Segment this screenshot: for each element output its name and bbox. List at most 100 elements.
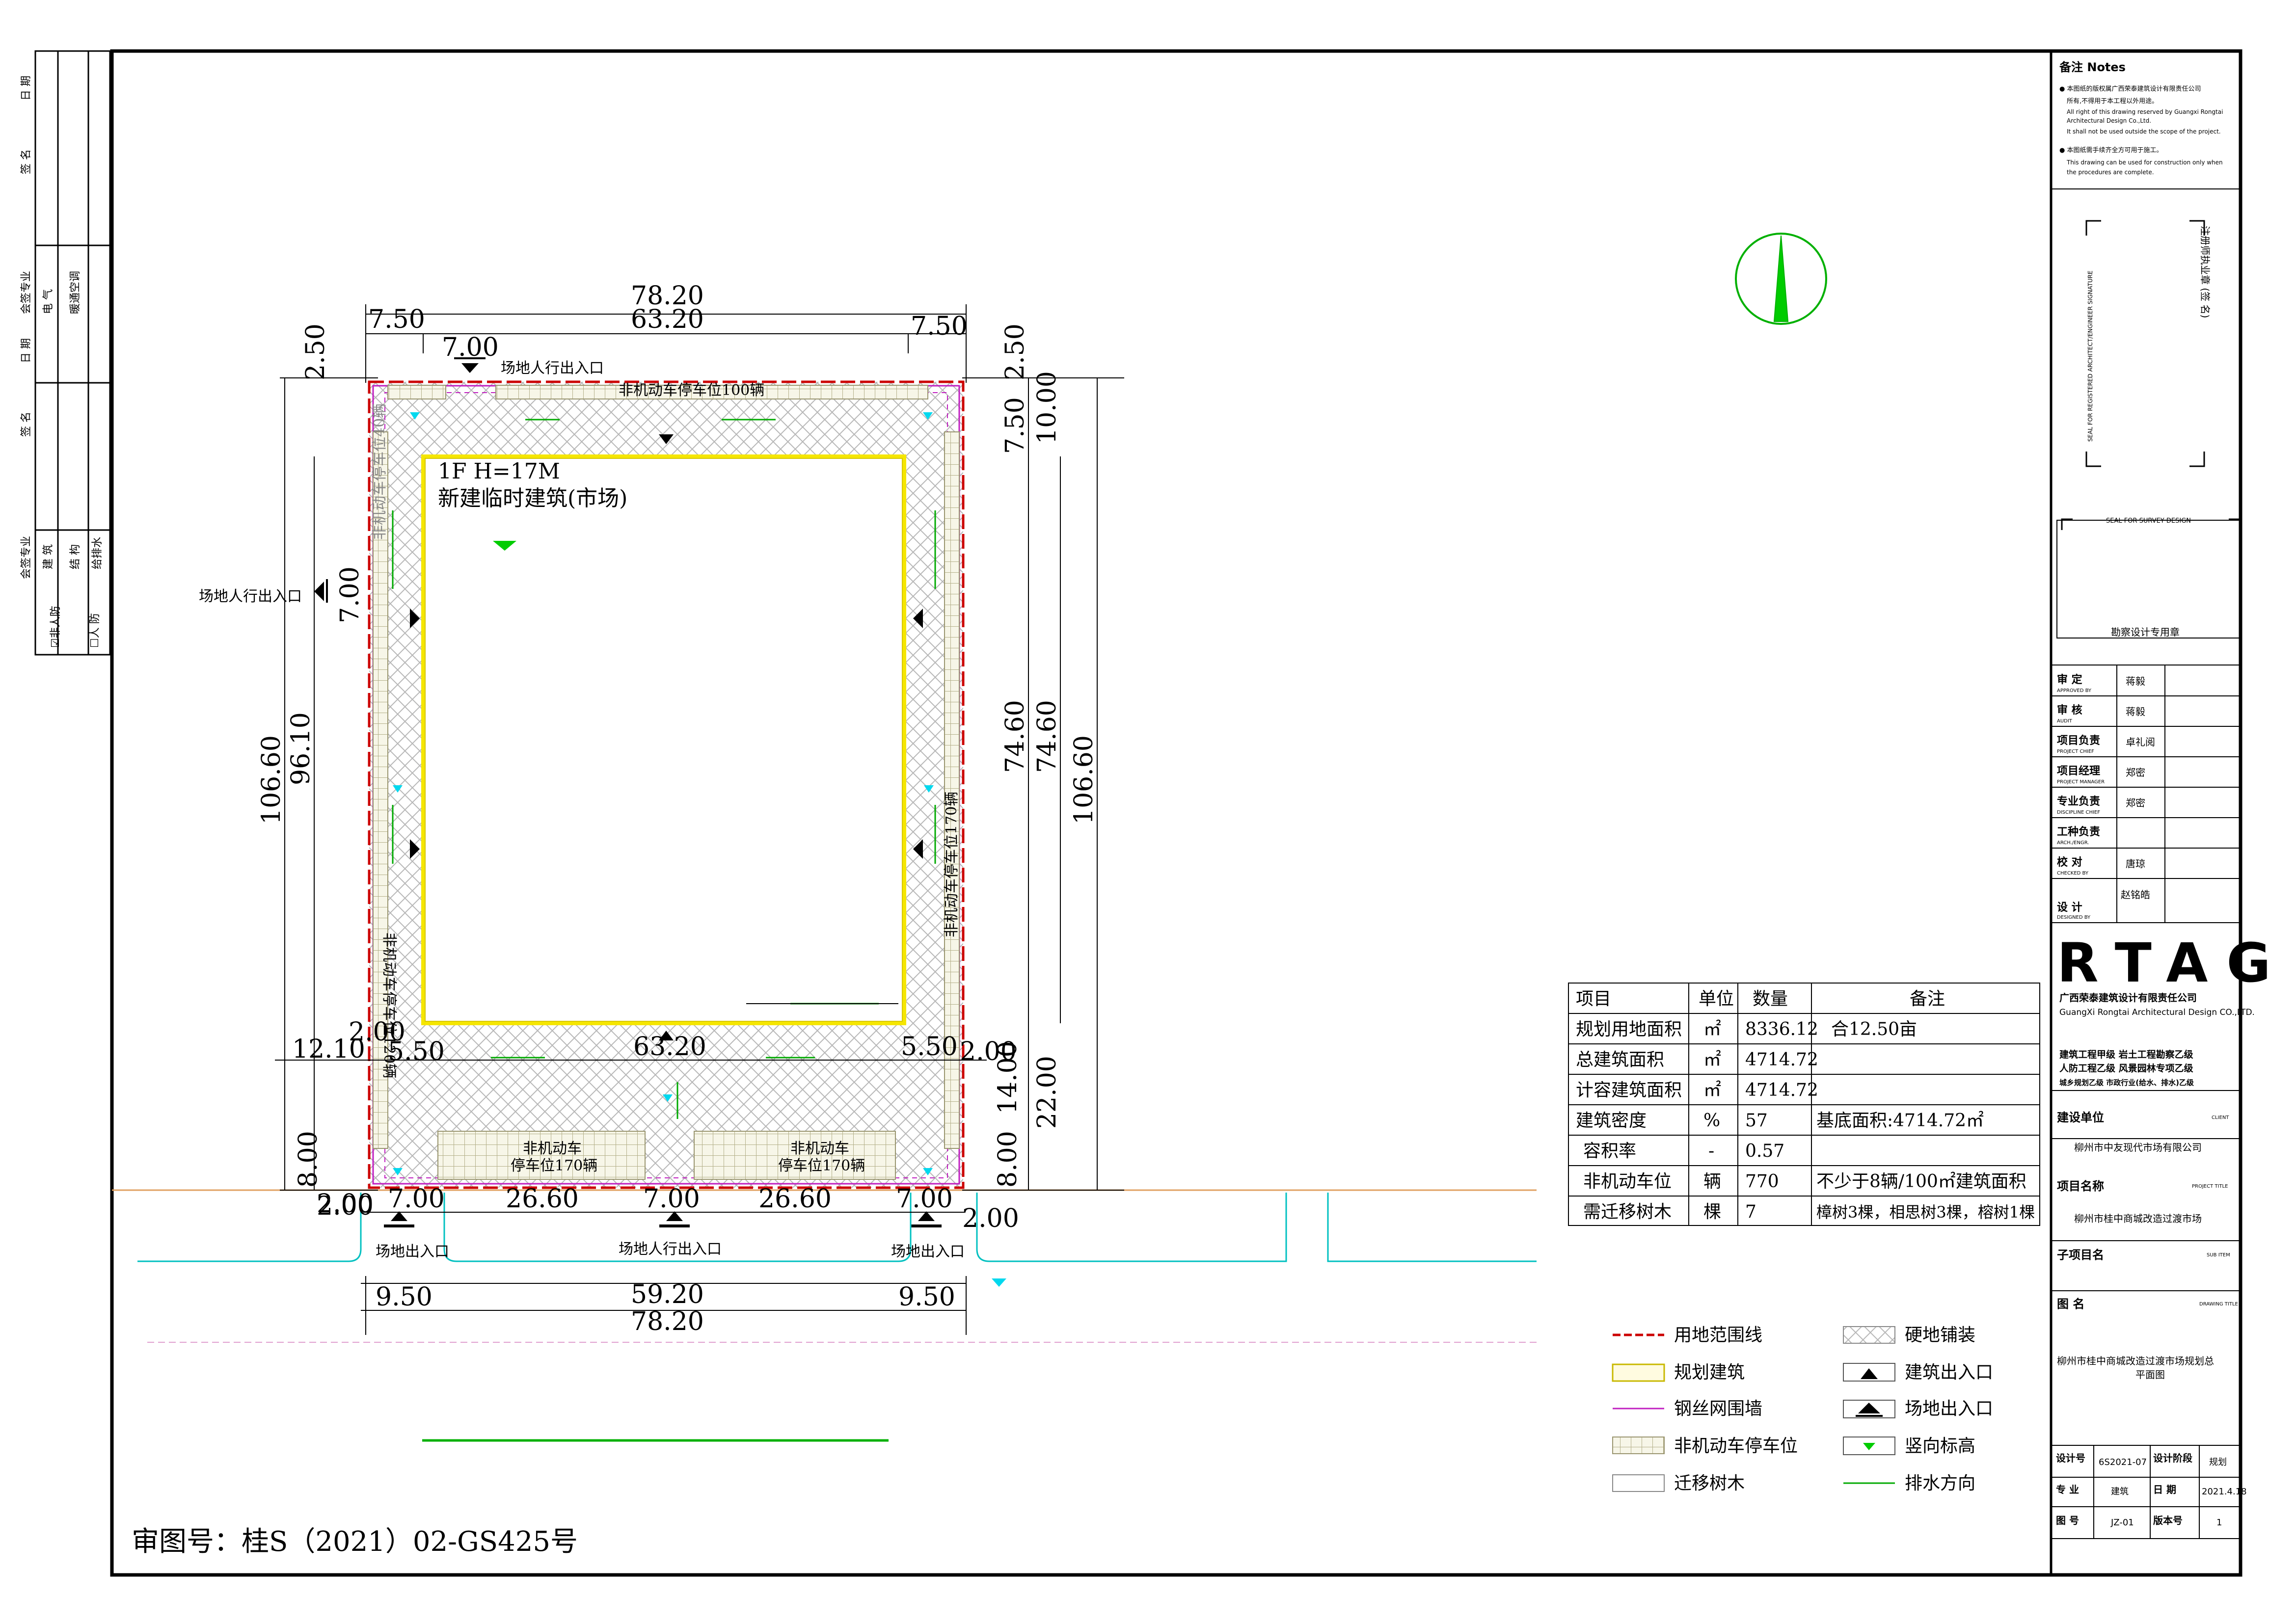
role-checked-cn: 校 对	[2057, 856, 2082, 869]
dim-inner-r2: 2.00	[960, 1037, 1017, 1066]
role-audit-name: 蒋毅	[2126, 706, 2145, 718]
dim-top-right: 7.50	[911, 312, 968, 341]
drawing-label: 图 名	[2057, 1297, 2084, 1311]
table-row-6-note: 不少于8辆/100㎡建筑面积	[1816, 1171, 2026, 1192]
dim-base-right: 9.50	[898, 1282, 955, 1312]
dim-top-gap: 7.00	[442, 333, 499, 362]
table-row-1-note: 合12.50亩	[1831, 1019, 1917, 1039]
legend-wire-fence: 钢丝网围墙	[1674, 1399, 1762, 1419]
dim-bot-d: 26.60	[758, 1184, 832, 1214]
role-pm-name: 郑密	[2126, 767, 2145, 778]
dim-inner-right: 5.50	[901, 1032, 958, 1062]
seal-registered-cn: 注册师执业章 (签 名)	[2199, 226, 2211, 318]
table-header-qty: 数量	[1753, 989, 1788, 1009]
margin-dept-2: 会签专业	[20, 536, 32, 579]
role-disc-cn: 专业负责	[2057, 795, 2100, 808]
legend-elevation: 竖向标高	[1905, 1436, 1975, 1456]
project-label: 项目名称	[2057, 1179, 2104, 1193]
table-header-unit: 单位	[1699, 989, 1734, 1009]
stage-label: 设计阶段	[2153, 1452, 2192, 1464]
table-row-4-note: 基底面积:4714.72㎡	[1816, 1110, 1984, 1131]
table-row-5-item: 容积率	[1583, 1141, 1636, 1161]
table-row-1-qty: 8336.12	[1745, 1019, 1818, 1039]
margin-dept-1: 会签专业	[20, 271, 32, 314]
note-1: ● 本图纸的版权属广西荣泰建筑设计有限责任公司	[2059, 85, 2201, 93]
margin-sign-1: 签 名	[20, 149, 32, 174]
date-label: 日 期	[2153, 1484, 2176, 1495]
dwg-number: JZ-01	[2110, 1517, 2134, 1528]
table-row-4-unit: %	[1703, 1111, 1720, 1131]
table-row-1-unit: ㎡	[1703, 1019, 1721, 1039]
drawing-title-2: 平面图	[2135, 1369, 2165, 1381]
role-audit-en: AUDIT	[2057, 718, 2073, 724]
dim-bot-b: 26.60	[506, 1184, 579, 1214]
seal-survey-cn: 勘察设计专用章	[2111, 626, 2180, 638]
table-row-7-unit: 棵	[1703, 1202, 1721, 1222]
table-row-4-qty: 57	[1745, 1111, 1768, 1131]
table-row-4-item: 建筑密度	[1576, 1111, 1647, 1131]
table-row-3-unit: ㎡	[1703, 1080, 1721, 1100]
building-height: 1F H=17M	[438, 459, 560, 484]
margin-item-water: 给排水	[91, 537, 104, 569]
subitem-en: SUB ITEM	[2207, 1252, 2230, 1258]
dim-left-total: 106.60	[257, 735, 286, 825]
dim-left-gap: 7.00	[335, 566, 365, 623]
role-approved-name: 蒋毅	[2126, 675, 2145, 687]
seal-registered: SEAL FOR REGISTERED ARCHITECT/ENGINEER S…	[2087, 270, 2094, 442]
client-name: 柳州市中友现代市场有限公司	[2074, 1142, 2202, 1153]
company-name-en: GuangXi Rongtai Architectural Design CO.…	[2059, 1008, 2255, 1017]
table-row-6-item: 非机动车位	[1583, 1171, 1672, 1192]
role-approved-en: APPROVED BY	[2057, 688, 2092, 693]
note-2c: the procedures are complete.	[2067, 169, 2154, 176]
legend-drainage: 排水方向	[1905, 1473, 1975, 1493]
job-label: 设计号	[2056, 1452, 2085, 1464]
legend-hard-paving: 硬地铺装	[1905, 1325, 1975, 1345]
margin-check-civ: ☐人 防	[89, 613, 101, 648]
qual-2: 人防工程乙级 风景园林专项乙级	[2059, 1063, 2193, 1074]
dim-right-c: 74.60	[1000, 700, 1030, 773]
legend-site-boundary: 用地范围线	[1674, 1325, 1762, 1345]
role-audit-cn: 审 核	[2057, 704, 2082, 717]
building-name: 新建临时建筑(市场)	[438, 486, 627, 511]
role-designed-name: 赵铭皓	[2121, 889, 2150, 901]
table-row-6-unit: 辆	[1703, 1171, 1721, 1192]
margin-sign-2: 签 名	[20, 412, 32, 437]
table-row-3-item: 计容建筑面积	[1576, 1080, 1682, 1100]
role-pm-cn: 项目经理	[2057, 765, 2100, 777]
dim-base-total: 78.20	[631, 1307, 704, 1336]
dim-left-inner: 96.10	[286, 712, 316, 785]
role-trade-en: ARCH./ENGR.	[2057, 840, 2089, 846]
margin-item-struct: 结 构	[69, 544, 81, 569]
table-row-2-unit: ㎡	[1703, 1049, 1721, 1070]
role-project-chief-cn: 项目负责	[2057, 734, 2100, 747]
margin-item-hvac: 暖通空调	[69, 271, 81, 314]
seal-survey: SEAL FOR SURVEY DESIGN	[2106, 517, 2191, 525]
label-veh-left: 场地出入口	[376, 1243, 449, 1260]
legend-planned-building: 规划建筑	[1674, 1362, 1745, 1383]
dim-left-low2: 8.00	[294, 1131, 323, 1188]
table-row-7-item: 需迁移树木	[1583, 1202, 1672, 1222]
dim-right-d: 74.60	[1032, 700, 1062, 773]
table-row-3-qty: 4714.72	[1745, 1080, 1818, 1100]
role-checked-name: 唐琼	[2126, 858, 2145, 870]
role-trade-cn: 工种负责	[2057, 825, 2100, 838]
legend-site-entrance: 场地出入口	[1905, 1399, 1993, 1419]
discipline-label: 专 业	[2056, 1484, 2079, 1495]
label-park-right: 非机动车停车位170辆	[943, 792, 960, 937]
role-disc-en: DISCIPLINE CHIEF	[2057, 810, 2100, 815]
dim-base-left: 9.50	[376, 1282, 432, 1312]
date-value: 2021.4.18	[2202, 1487, 2247, 1497]
dim-right-top: 2.50	[1000, 323, 1030, 380]
client-label: 建设单位	[2057, 1111, 2104, 1124]
note-2: ● 本图纸需手续齐全方可用于施工。	[2059, 146, 2162, 154]
note-1b: 所有,不得用于本工程以外用途。	[2067, 97, 2158, 105]
margin-date-2: 日 期	[20, 338, 32, 363]
client-en: CLIENT	[2212, 1115, 2229, 1120]
table-row-7-qty: 7	[1745, 1202, 1756, 1222]
dim-left-top: 2.50	[301, 323, 330, 380]
table-row-5-qty: 0.57	[1745, 1141, 1784, 1161]
company-name-cn: 广西荣泰建筑设计有限责任公司	[2059, 992, 2197, 1004]
role-disc-name: 郑密	[2126, 797, 2145, 809]
dwg-label: 图 号	[2056, 1515, 2079, 1526]
table-row-2-qty: 4714.72	[1745, 1050, 1818, 1070]
